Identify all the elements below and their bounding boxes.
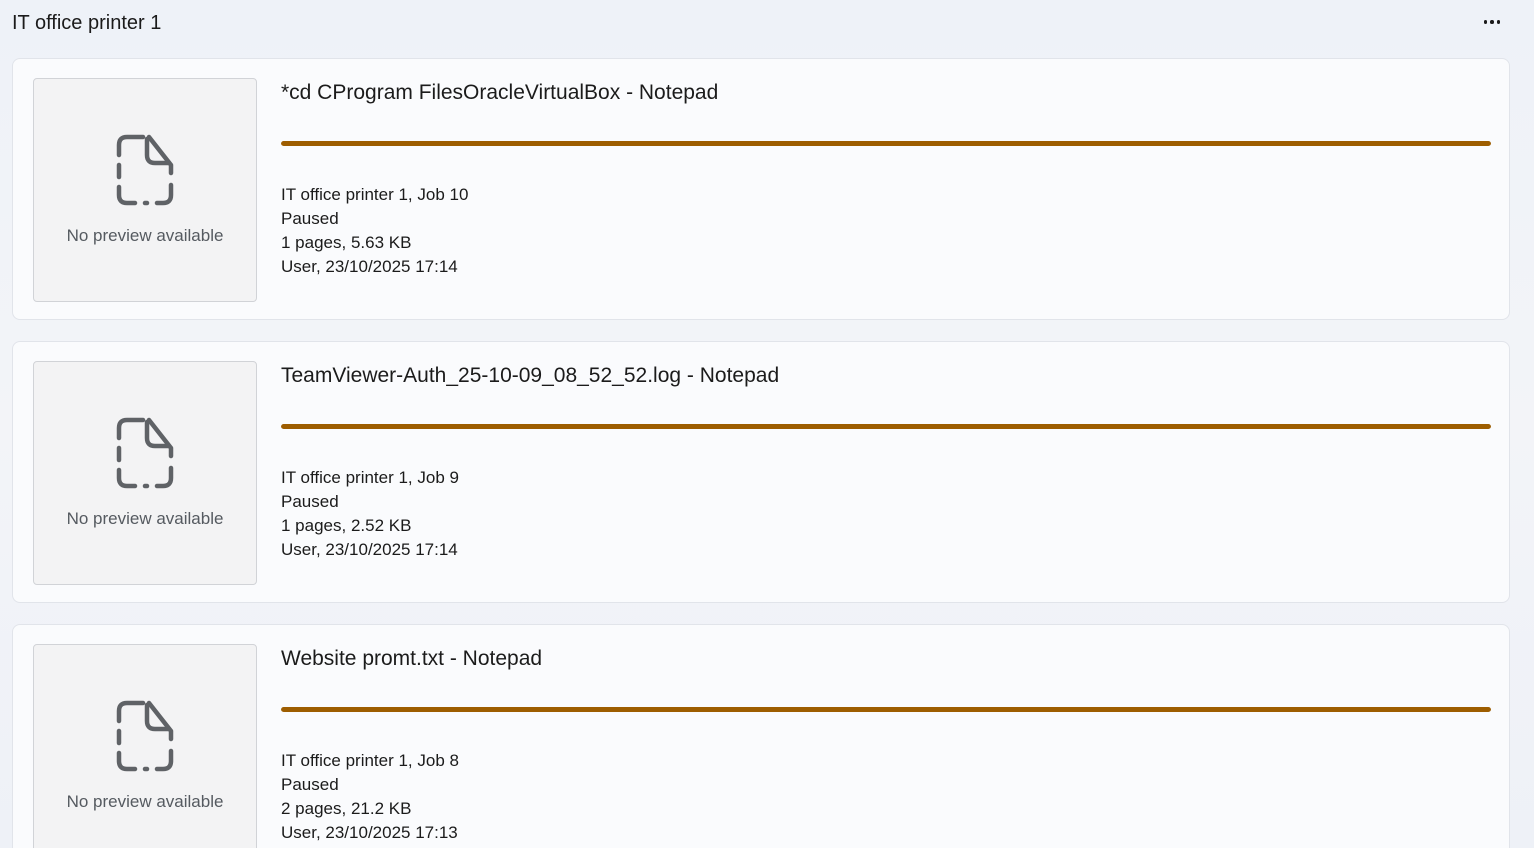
job-details: IT office printer 1, Job 9 Paused 1 page… — [281, 466, 459, 562]
print-job-card[interactable]: No preview available TeamViewer-Auth_25-… — [12, 341, 1510, 603]
job-status: Paused — [281, 492, 339, 511]
printer-title: IT office printer 1 — [12, 12, 162, 34]
no-preview-label: No preview available — [66, 509, 224, 528]
print-queue-window: IT office printer 1 No preview available… — [0, 0, 1534, 848]
job-preview: No preview available — [33, 644, 257, 848]
no-preview-label: No preview available — [66, 226, 224, 245]
document-placeholder-icon — [116, 700, 174, 772]
job-status: Paused — [281, 209, 339, 228]
document-placeholder-icon — [116, 417, 174, 489]
print-job-card[interactable]: No preview available Website promt.txt -… — [12, 624, 1510, 848]
job-progress-bar — [281, 141, 1491, 146]
job-title: TeamViewer-Auth_25-10-09_08_52_52.log - … — [281, 364, 780, 387]
queue-header: IT office printer 1 — [12, 8, 1510, 38]
no-preview-label: No preview available — [66, 792, 224, 811]
job-printer-number: IT office printer 1, Job 9 — [281, 468, 459, 487]
job-preview: No preview available — [33, 361, 257, 585]
job-owner-time: User, 23/10/2025 17:14 — [281, 540, 458, 559]
print-job-card[interactable]: No preview available *cd CProgram FilesO… — [12, 58, 1510, 320]
job-progress-bar — [281, 707, 1491, 712]
job-owner-time: User, 23/10/2025 17:14 — [281, 257, 458, 276]
more-horizontal-icon — [1483, 20, 1501, 24]
job-title: Website promt.txt - Notepad — [281, 647, 543, 670]
job-details: IT office printer 1, Job 8 Paused 2 page… — [281, 749, 459, 845]
job-size: 1 pages, 2.52 KB — [281, 516, 412, 535]
job-status: Paused — [281, 775, 339, 794]
job-progress-fill — [281, 141, 1491, 146]
job-preview: No preview available — [33, 78, 257, 302]
job-progress-bar — [281, 424, 1491, 429]
job-progress-fill — [281, 707, 1491, 712]
job-size: 1 pages, 5.63 KB — [281, 233, 412, 252]
more-options-button[interactable] — [1474, 8, 1510, 36]
job-title: *cd CProgram FilesOracleVirtualBox - Not… — [281, 81, 719, 104]
job-progress-fill — [281, 424, 1491, 429]
job-owner-time: User, 23/10/2025 17:13 — [281, 823, 458, 842]
job-printer-number: IT office printer 1, Job 10 — [281, 185, 469, 204]
job-printer-number: IT office printer 1, Job 8 — [281, 751, 459, 770]
document-placeholder-icon — [116, 134, 174, 206]
job-size: 2 pages, 21.2 KB — [281, 799, 412, 818]
job-details: IT office printer 1, Job 10 Paused 1 pag… — [281, 183, 468, 279]
